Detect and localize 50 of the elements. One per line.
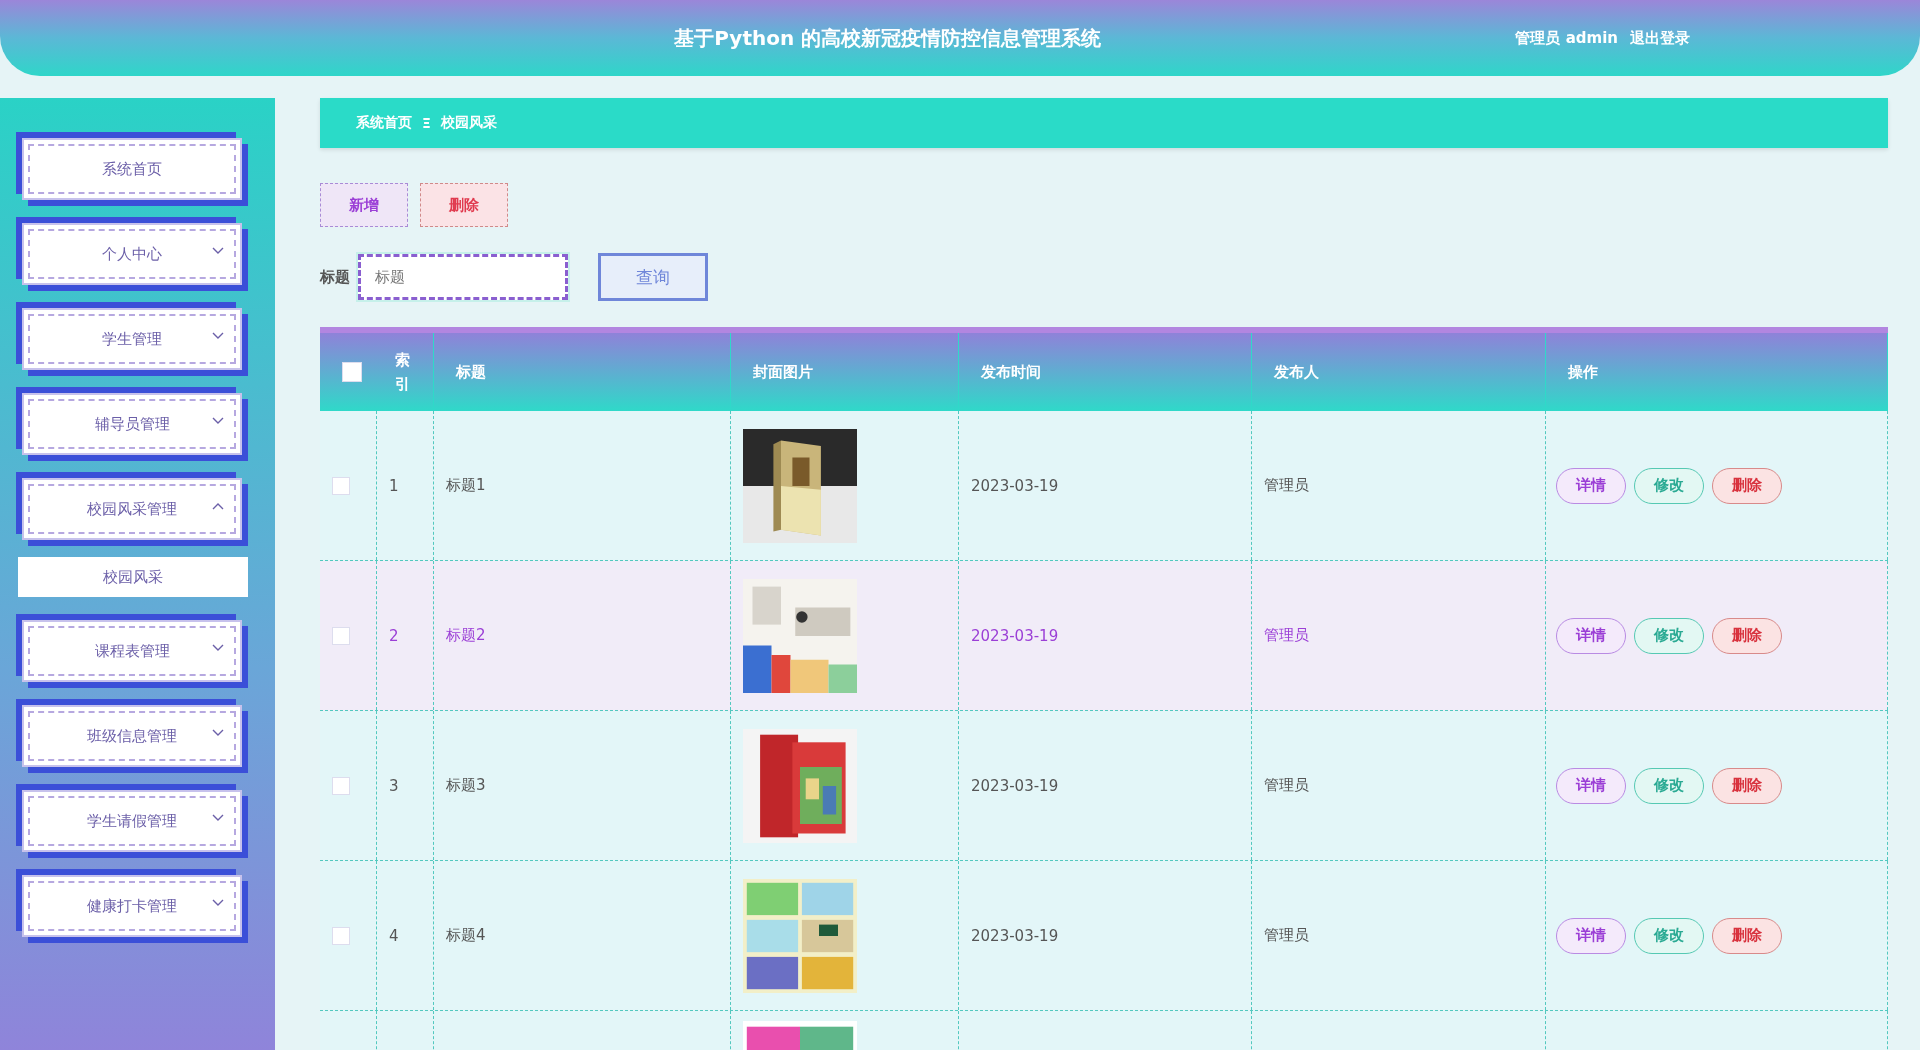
column-header: 发布人 [1274,362,1319,382]
column-header: 索引 [395,350,410,395]
title-cell: 标题2 [446,626,486,645]
date-cell: 2023-03-19 [971,926,1059,945]
publisher-cell: 管理员 [1264,926,1309,945]
delete-button[interactable]: 删除 [1712,617,1782,654]
delete-button[interactable]: 删除 [1712,767,1782,804]
publisher-cell: 管理员 [1264,626,1309,645]
index-cell: 2 [389,626,399,645]
title-search-field[interactable]: 标题 [358,254,568,300]
breadcrumb-current: 校园风采 [440,114,497,132]
breadcrumb-separator: Ξ [422,115,431,131]
delete-button[interactable]: 删除 [1712,917,1782,954]
delete-button[interactable]: 删除 [1712,467,1782,504]
column-header: 操作 [1568,362,1598,382]
select-all-checkbox[interactable] [342,362,362,382]
sidebar-subitem[interactable]: 校园风采 [18,557,248,597]
edit-button[interactable]: 修改 [1634,917,1704,954]
title-cell: 标题3 [446,776,486,795]
edit-button[interactable]: 修改 [1634,617,1704,654]
app-title: 基于Python 的高校新冠疫情防控信息管理系统 [673,24,1103,52]
date-cell: 2023-03-19 [971,476,1059,495]
details-button[interactable]: 详情 [1556,767,1626,804]
logout-link[interactable]: 退出登录 [1630,28,1690,48]
details-button[interactable]: 详情 [1556,467,1626,504]
column-header: 标题 [456,362,486,382]
publisher-cell: 管理员 [1264,476,1309,495]
add-button[interactable]: 新增 [320,183,408,227]
edit-button[interactable]: 修改 [1634,767,1704,804]
details-button[interactable]: 详情 [1556,617,1626,654]
delete-button[interactable]: 删除 [420,183,508,227]
title-cell: 标题1 [446,476,486,495]
row-checkbox[interactable] [332,626,350,645]
publisher-cell: 管理员 [1264,776,1309,795]
date-cell: 2023-03-19 [971,776,1059,795]
query-button[interactable]: 查询 [598,253,708,301]
row-checkbox[interactable] [332,926,350,945]
title-cell: 标题4 [446,926,486,945]
column-header: 发布时间 [981,362,1041,382]
date-cell: 2023-03-19 [971,626,1059,645]
row-checkbox[interactable] [332,476,350,495]
index-cell: 4 [389,926,399,945]
index-cell: 1 [389,476,399,495]
row-checkbox[interactable] [332,776,350,795]
column-header: 封面图片 [753,362,813,382]
details-button[interactable]: 详情 [1556,917,1626,954]
index-cell: 3 [389,776,399,795]
user-label: 管理员 admin [1515,28,1618,48]
edit-button[interactable]: 修改 [1634,467,1704,504]
search-label: 标题 [320,267,350,287]
